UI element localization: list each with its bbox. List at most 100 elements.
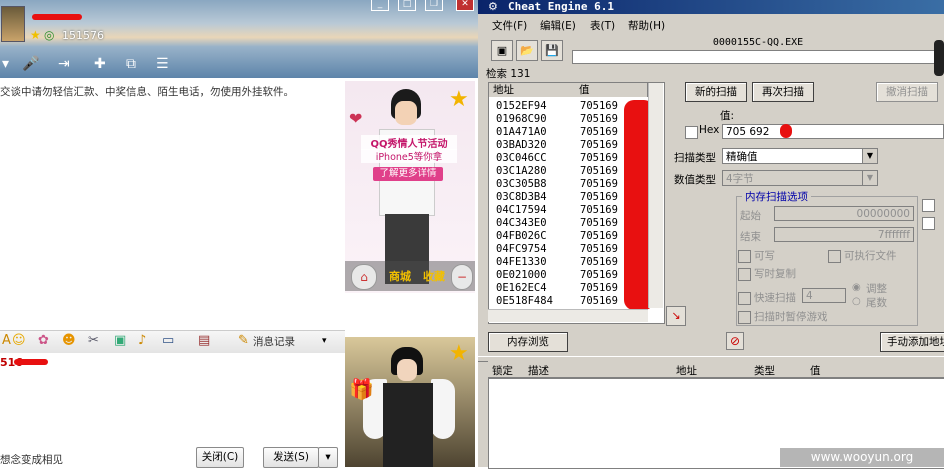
undo-scan-button[interactable]: 撤消扫描 <box>876 82 938 102</box>
open-file-icon[interactable]: 📂 <box>516 40 538 61</box>
emoji-icon[interactable]: ☺ <box>12 333 26 348</box>
restore-button[interactable]: ❐ <box>425 0 443 11</box>
shop-link[interactable]: 商城 <box>389 268 411 284</box>
result-value[interactable]: 705169 <box>580 269 618 281</box>
pause-game-checkbox[interactable] <box>738 311 751 327</box>
result-address[interactable]: 01A471A0 <box>496 126 547 138</box>
result-value[interactable]: 705169 <box>580 217 618 229</box>
menu-help[interactable]: 帮助(H) <box>628 18 665 33</box>
gift-icon[interactable]: ▤ <box>198 333 210 348</box>
result-address[interactable]: 03BAD320 <box>496 139 547 151</box>
result-value[interactable]: 705169 <box>580 152 618 164</box>
chevron-down-icon[interactable]: ▾ <box>2 56 9 72</box>
contact-avatar[interactable] <box>1 6 25 42</box>
align-radio[interactable]: ◉ <box>852 282 861 293</box>
result-value[interactable]: 705169 <box>580 126 618 138</box>
result-address[interactable]: 01968C90 <box>496 113 547 125</box>
result-address[interactable]: 04FB026C <box>496 230 547 242</box>
result-value[interactable]: 705169 <box>580 191 618 203</box>
music-icon[interactable]: ♪ <box>138 333 146 348</box>
menu-edit[interactable]: 编辑(E) <box>540 18 576 33</box>
result-value[interactable]: 705169 <box>580 113 618 125</box>
result-address[interactable]: 0152EF94 <box>496 100 547 112</box>
save-icon[interactable]: 💾 <box>541 40 563 61</box>
result-address[interactable]: 04FC9754 <box>496 243 547 255</box>
start-address-input[interactable]: 00000000 <box>774 206 914 221</box>
qq-show-ad[interactable]: ★ ❤ QQ秀情人节活动 iPhone5等你拿 了解更多详情 ⌂ 商城 收藏 − <box>345 81 475 293</box>
col-lock-header[interactable]: 锁定 <box>492 363 513 378</box>
remote-icon[interactable]: ⧉ <box>126 56 136 72</box>
result-address[interactable]: 03C8D3B4 <box>496 191 547 203</box>
add-address-manually-button[interactable]: 手动添加地址 <box>880 332 944 352</box>
result-value[interactable]: 705169 <box>580 139 618 151</box>
favorite-link[interactable]: 收藏 <box>423 268 445 284</box>
result-address[interactable]: 03C305B8 <box>496 178 547 190</box>
history-icon[interactable]: ✎ <box>238 333 249 348</box>
result-value[interactable]: 705169 <box>580 165 618 177</box>
result-address[interactable]: 03C046CC <box>496 152 547 164</box>
fast-scan-alignment-input[interactable]: 4 <box>802 288 846 303</box>
col-description-header[interactable]: 描述 <box>528 363 549 378</box>
magic-emoji-icon[interactable]: ✿ <box>38 333 49 348</box>
option-checkbox-1[interactable] <box>922 199 935 215</box>
result-value[interactable]: 705169 <box>580 178 618 190</box>
last-digits-radio[interactable]: ○ <box>852 296 861 307</box>
result-address[interactable]: 03C1A280 <box>496 165 547 177</box>
result-value[interactable]: 705169 <box>580 204 618 216</box>
arrow-icon[interactable]: ↘ <box>666 306 686 326</box>
memory-view-button[interactable]: 内存浏览 <box>488 332 568 352</box>
col-address-header[interactable]: 地址 <box>489 83 576 97</box>
screen-share-icon[interactable]: ▭ <box>162 333 174 348</box>
send-options-button[interactable]: ▾ <box>318 447 338 468</box>
home-icon[interactable]: ⌂ <box>351 264 377 290</box>
share-icon[interactable]: ✚ <box>94 56 106 72</box>
writable-checkbox[interactable] <box>738 250 751 266</box>
col-value-header[interactable]: 值 <box>575 83 648 97</box>
result-value[interactable]: 705169 <box>580 100 618 112</box>
results-horizontal-scrollbar[interactable] <box>488 309 648 322</box>
fast-scan-checkbox[interactable] <box>738 292 751 308</box>
stop-icon[interactable]: ⊘ <box>726 332 744 350</box>
scan-type-select[interactable]: 精确值 ▼ <box>722 148 878 164</box>
menu-icon[interactable]: ☰ <box>156 56 169 72</box>
next-scan-button[interactable]: 再次扫描 <box>752 82 814 102</box>
close-icon[interactable]: ✕ <box>456 0 474 11</box>
shake-icon[interactable]: ☻ <box>62 333 76 348</box>
col-value-header[interactable]: 值 <box>810 363 821 378</box>
end-address-input[interactable]: 7fffffff <box>774 227 914 242</box>
more-icon[interactable]: − <box>451 264 473 290</box>
result-address[interactable]: 04FE1330 <box>496 256 547 268</box>
menu-table[interactable]: 表(T) <box>590 18 615 33</box>
menu-file[interactable]: 文件(F) <box>492 18 527 33</box>
minimize-button[interactable]: _ <box>371 0 389 11</box>
col-address-header[interactable]: 地址 <box>676 363 697 378</box>
close-button[interactable]: 关闭(C) <box>196 447 244 468</box>
copy-on-write-checkbox[interactable] <box>738 268 751 284</box>
message-log-button[interactable]: 消息记录 <box>253 334 295 349</box>
result-value[interactable]: 705169 <box>580 256 618 268</box>
result-address[interactable]: 04C17594 <box>496 204 547 216</box>
option-checkbox-2[interactable] <box>922 217 935 233</box>
value-type-select[interactable]: 4字节 ▼ <box>722 170 878 186</box>
result-value[interactable]: 705169 <box>580 295 618 307</box>
maximize-button[interactable]: □ <box>398 0 416 11</box>
screenshot-icon[interactable]: ✂ <box>88 333 99 348</box>
hex-checkbox[interactable] <box>685 126 698 142</box>
results-vertical-scrollbar[interactable] <box>648 83 663 308</box>
transfer-icon[interactable]: ⇥ <box>58 56 70 72</box>
image-icon[interactable]: ▣ <box>114 333 126 348</box>
value-input[interactable]: 705 692 <box>722 124 944 139</box>
chevron-down-icon[interactable]: ▾ <box>322 336 327 346</box>
send-button[interactable]: 发送(S) <box>263 447 319 468</box>
result-address[interactable]: 04C343E0 <box>496 217 547 229</box>
executable-checkbox[interactable] <box>828 250 841 266</box>
result-address[interactable]: 0E162EC4 <box>496 282 547 294</box>
result-value[interactable]: 705169 <box>580 230 618 242</box>
result-address[interactable]: 0E518F484 <box>496 295 553 307</box>
result-address[interactable]: 0E021000 <box>496 269 547 281</box>
open-process-icon[interactable]: ▣ <box>491 40 513 61</box>
ad-details-button[interactable]: 了解更多详情 <box>373 167 443 181</box>
new-scan-button[interactable]: 新的扫描 <box>685 82 747 102</box>
qq-show-ad-self[interactable]: 🎁 ★ <box>345 337 475 467</box>
font-icon[interactable]: A <box>2 333 11 348</box>
